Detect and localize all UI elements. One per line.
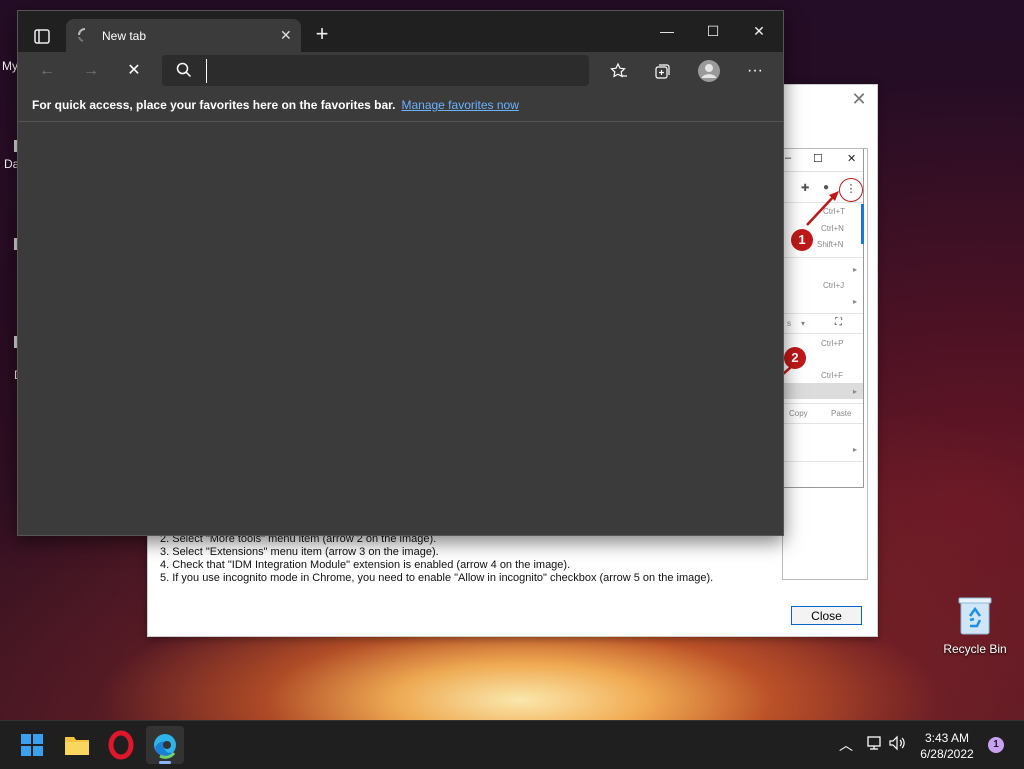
manage-favorites-link[interactable]: Manage favorites now [401, 98, 518, 112]
edge-icon[interactable] [146, 726, 184, 764]
close-button[interactable]: Close [791, 606, 862, 625]
edge-browser-window: New tab ✕ + — ☐ ✕ ← → ✕ ··· For quick ac… [17, 10, 784, 536]
new-tab-button[interactable]: + [308, 23, 336, 47]
page-content [18, 122, 783, 535]
tab-title: New tab [102, 29, 147, 43]
favorites-bar: For quick access, place your favorites h… [18, 90, 783, 122]
more-icon[interactable]: ··· [740, 56, 770, 86]
stop-icon[interactable]: ✕ [119, 56, 149, 86]
opera-icon[interactable] [102, 726, 140, 764]
instruction-line: 3. Select "Extensions" menu item (arrow … [160, 546, 439, 558]
start-icon[interactable] [13, 726, 51, 764]
desktop: My Da D Recycle Bin ✕ – ☐ ✕ ✚ ● [0, 0, 1024, 720]
instruction-line: 4. Check that "IDM Integration Module" e… [160, 559, 571, 571]
browser-toolbar: ← → ✕ ··· [18, 52, 783, 90]
back-icon[interactable]: ← [32, 56, 62, 86]
desktop-icon-fragment[interactable]: My [2, 59, 18, 73]
close-window-button[interactable]: ✕ [736, 11, 782, 51]
recycle-bin-label: Recycle Bin [943, 642, 1007, 656]
clock-time: 3:43 AM [924, 731, 970, 745]
loading-spinner-icon [78, 28, 92, 42]
address-input[interactable] [206, 59, 583, 83]
favorites-bar-message: For quick access, place your favorites h… [32, 98, 519, 112]
chrome-menu-screenshot: – ☐ ✕ ✚ ● ⋮ Ctrl+T Ctrl+N Shift+N ▸ Ctrl… [782, 148, 868, 580]
profile-icon[interactable] [694, 56, 724, 86]
maximize-button[interactable]: ☐ [690, 11, 736, 51]
minimize-button[interactable]: — [644, 11, 690, 51]
network-icon[interactable] [864, 735, 884, 755]
clock-date: 6/28/2022 [920, 747, 974, 761]
taskbar: ︿ 3:43 AM 6/28/2022 1 [0, 720, 1024, 769]
active-app-indicator [159, 761, 171, 764]
forward-icon[interactable]: → [76, 56, 106, 86]
instruction-line: 5. If you use incognito mode in Chrome, … [160, 572, 714, 584]
chevron-up-icon[interactable]: ︿ [836, 735, 856, 755]
recycle-bin[interactable]: Recycle Bin [940, 596, 1010, 656]
arrow-badge-1: 1 [791, 229, 813, 251]
tab-close-icon[interactable]: ✕ [280, 27, 292, 44]
notification-badge[interactable]: 1 [988, 737, 1004, 753]
arrow-badge-2: 2 [784, 347, 806, 369]
instructions-list: 2. Select "More tools" menu item (arrow … [160, 533, 713, 585]
file-explorer-icon[interactable] [58, 726, 96, 764]
clock[interactable]: 3:43 AM 6/28/2022 [916, 730, 978, 762]
address-bar[interactable] [162, 55, 589, 86]
tab-actions-icon[interactable] [26, 21, 58, 49]
favorites-icon[interactable] [604, 56, 634, 86]
search-icon [176, 62, 192, 83]
tab-new-tab[interactable]: New tab ✕ [66, 19, 301, 52]
favorites-message-text: For quick access, place your favorites h… [32, 98, 396, 112]
recycle-bin-icon [958, 596, 992, 636]
browser-titlebar[interactable]: New tab ✕ + — ☐ ✕ [18, 11, 783, 52]
collections-icon[interactable] [648, 56, 678, 86]
dialog-close-icon[interactable]: ✕ [847, 87, 871, 111]
volume-icon[interactable] [888, 735, 908, 755]
